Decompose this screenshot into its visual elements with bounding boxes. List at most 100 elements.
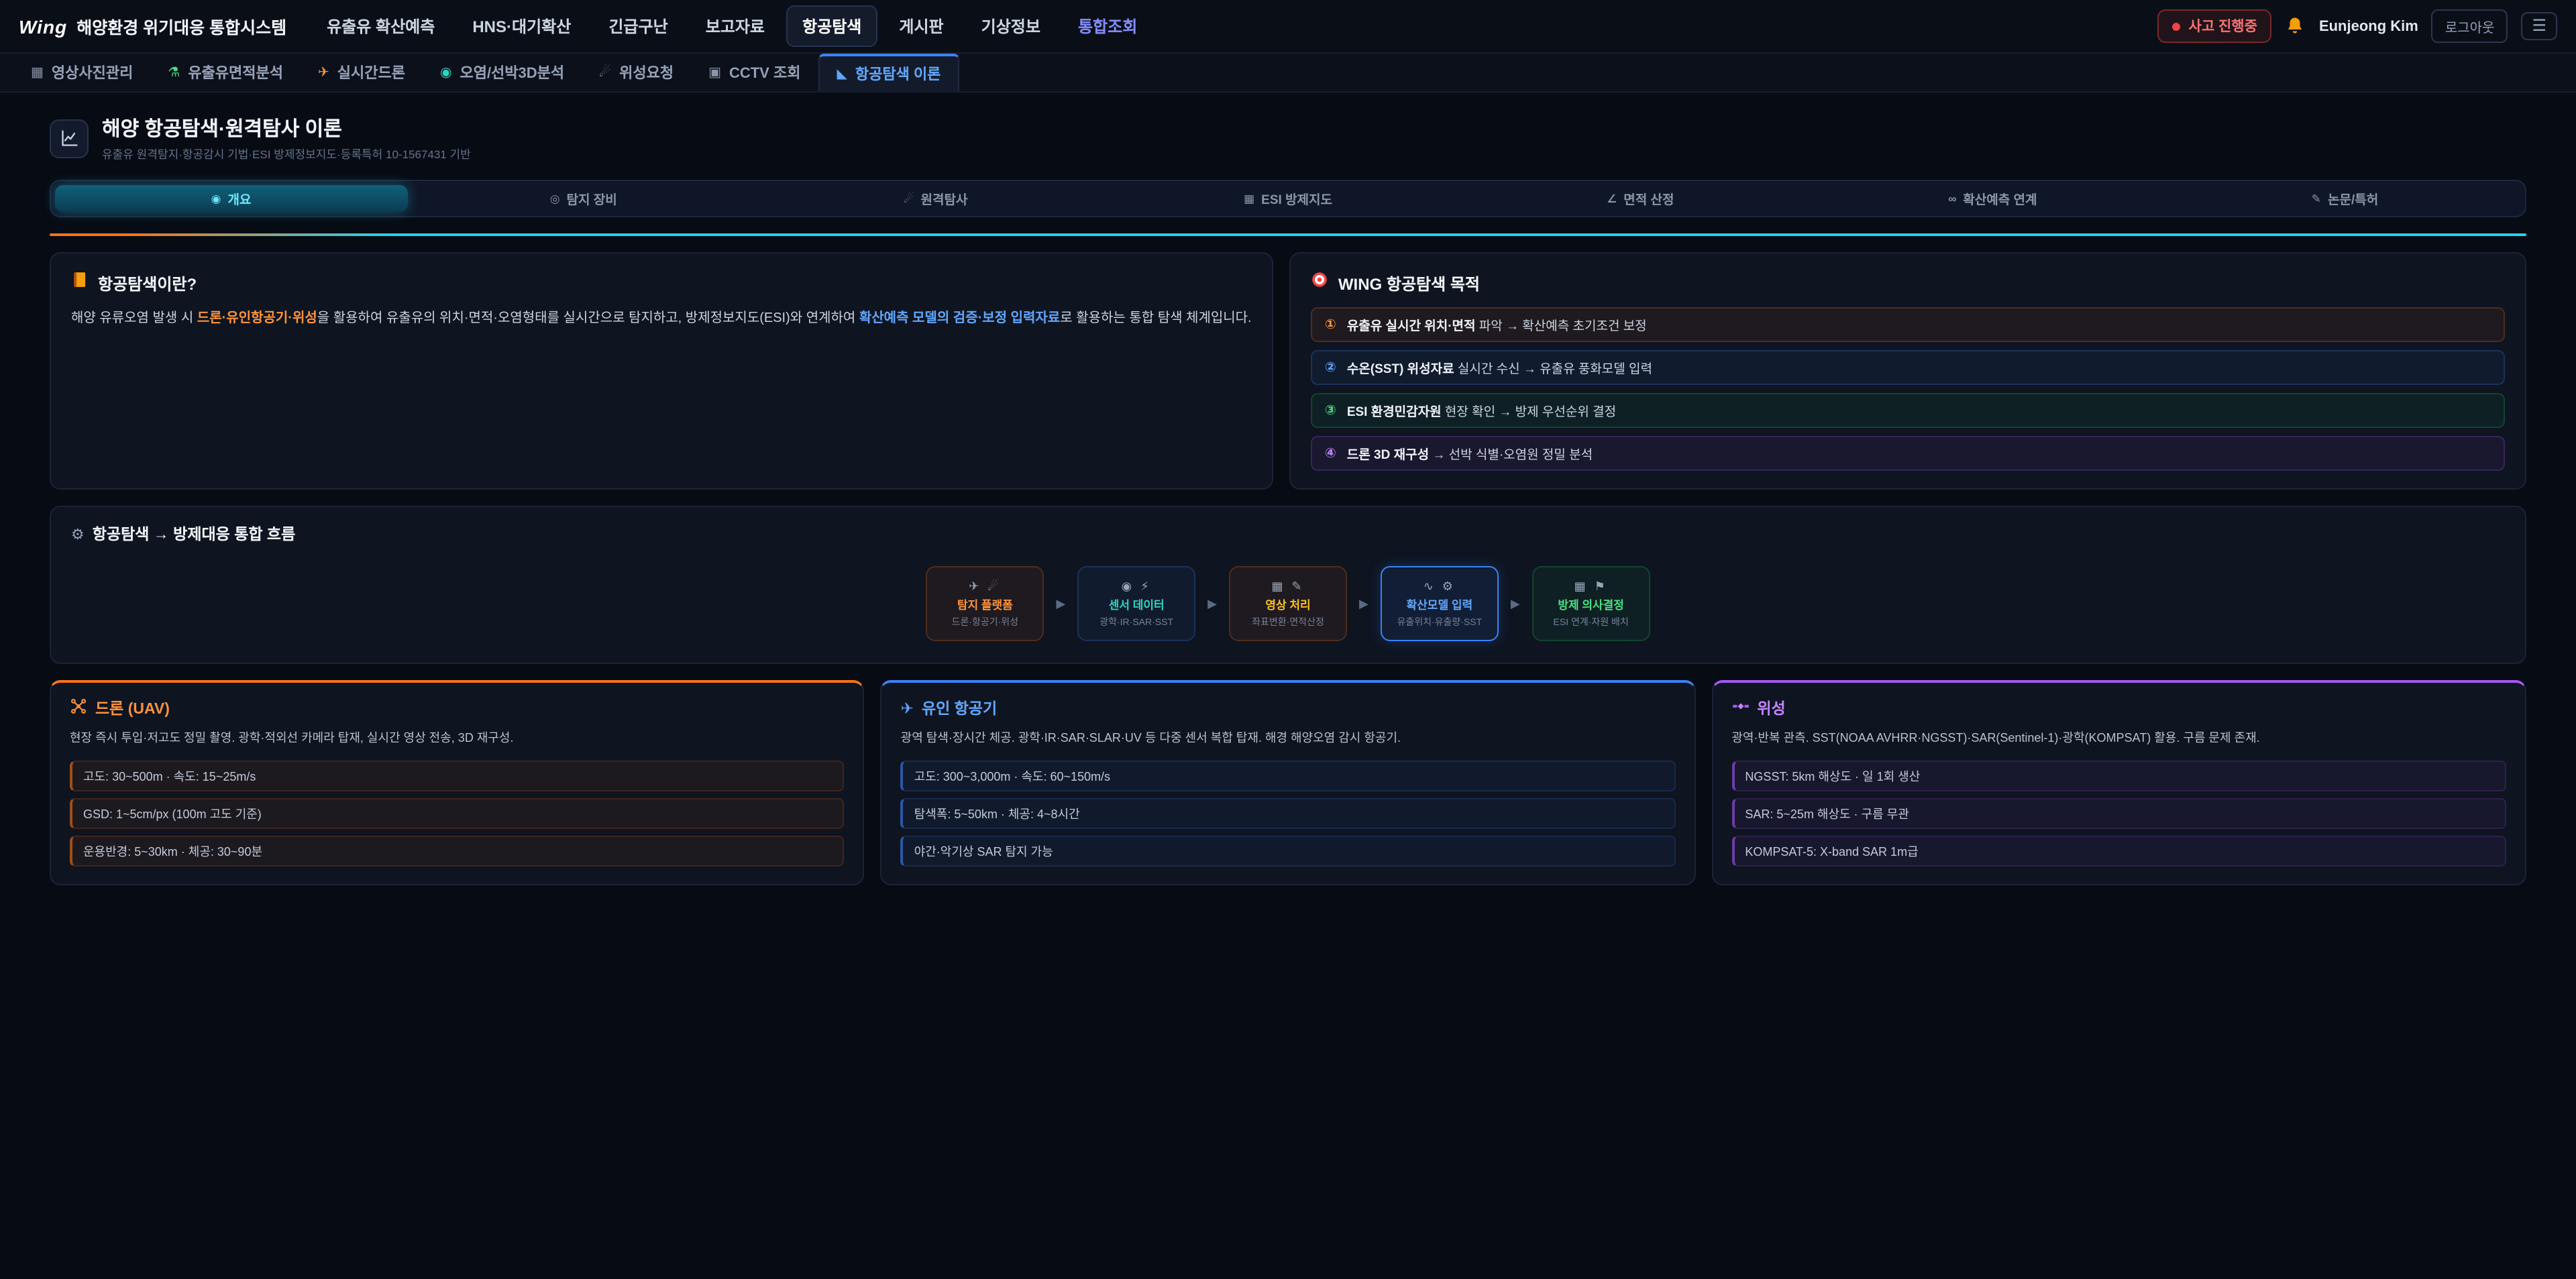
app-logo[interactable]: Wing 해양환경 위기대응 통합시스템 — [19, 13, 286, 39]
nav-board[interactable]: 게시판 — [883, 5, 959, 47]
prediction-link-icon: ∞ — [1948, 192, 1956, 205]
theory-chart-icon: ◣ — [837, 66, 847, 81]
spec-row: SAR: 5~25m 해상도 · 구름 무관 — [1731, 798, 2506, 829]
image-icon: ▦ — [31, 65, 44, 80]
flow-title: 항공탐색 → 방제대응 통합 흐름 — [93, 523, 296, 545]
purpose-item-1: ① 유출유 실시간 위치·면적 파악 → 확산예측 초기조건 보정 — [1311, 307, 2505, 342]
area-calc-icon: ∠ — [1607, 191, 1617, 206]
purpose-item-2: ② 수온(SST) 위성자료 실시간 수신 → 유출유 풍화모델 입력 — [1311, 350, 2505, 385]
nav-reports[interactable]: 보고자료 — [690, 5, 781, 47]
logo-wing-mark: Wing — [19, 15, 67, 37]
subtab-realtime-drone[interactable]: ✈ 실시간드론 — [301, 54, 423, 91]
aircraft-card-title: 유인 항공기 — [922, 698, 997, 719]
logout-button[interactable]: 로그아웃 — [2432, 9, 2508, 43]
pill-area-calculation[interactable]: ∠ 면적 산정 — [1464, 185, 1817, 212]
subtab-oil-area-analysis[interactable]: ⚗ 유출유면적분석 — [150, 54, 301, 91]
processing-icons: ▦ ✎ — [1271, 579, 1304, 594]
purpose-card: WING 항공탐색 목적 ① 유출유 실시간 위치·면적 파악 → 확산예측 초… — [1290, 252, 2526, 490]
page-header: 해양 항공탐색·원격탐사 이론 유출유 원격탐지·항공감시 기법·ESI 방제정… — [50, 114, 2526, 162]
platform-section: 드론 (UAV) 현장 즉시 투입·저고도 정밀 촬영. 광학·적외선 카메라 … — [50, 680, 2526, 885]
status-dot-icon — [2173, 22, 2181, 30]
app-root: Wing 해양환경 위기대응 통합시스템 유출유 확산예측 HNS·대기확산 긴… — [0, 0, 2576, 1279]
model-input-highlight: 확산예측 모델의 검증·보정 입력자료 — [859, 311, 1060, 326]
pill-papers-patents[interactable]: ✎ 논문/특허 — [2169, 185, 2521, 212]
overview-icon: ◉ — [211, 191, 221, 206]
page-chart-icon — [50, 119, 89, 158]
page-title: 해양 항공탐색·원격탐사 이론 — [102, 114, 471, 142]
hamburger-icon: ☰ — [2532, 15, 2546, 34]
flow-arrow-icon: ▶ — [1359, 596, 1368, 611]
spec-row: KOMPSAT-5: X-band SAR 1m급 — [1731, 836, 2506, 867]
satellite-card-title: 위성 — [1757, 698, 1785, 719]
esi-map-icon: ▦ — [1244, 191, 1254, 206]
gradient-divider — [50, 233, 2526, 236]
notification-bell-icon[interactable] — [2286, 16, 2306, 36]
flow-arrow-icon: ▶ — [1511, 596, 1520, 611]
subtab-aerial-theory[interactable]: ◣ 항공탐색 이론 — [818, 54, 959, 91]
subtab-pollution-ship-3d[interactable]: ◉ 오염/선박3D분석 — [423, 54, 582, 91]
pill-overview[interactable]: ◉ 개요 — [55, 185, 407, 212]
detection-equipment-icon: ◎ — [550, 191, 560, 206]
aircraft-icon: ✈ — [901, 699, 914, 718]
nav-oil-spill-prediction[interactable]: 유출유 확산예측 — [311, 5, 451, 47]
flow-step-response-decision: ▦ ⚑ 방제 의사결정 ESI 연계·자원 배치 — [1532, 566, 1650, 641]
flow-card: ⚙ 항공탐색 → 방제대응 통합 흐름 ✈ ☄ 탐지 플랫폼 드론·항공기·위성… — [50, 506, 2526, 664]
spec-row: GSD: 1~5cm/px (100m 고도 기준) — [70, 798, 845, 829]
platform-card-drone: 드론 (UAV) 현장 즉시 투입·저고도 정밀 촬영. 광학·적외선 카메라 … — [50, 680, 865, 885]
app-title: 해양환경 위기대응 통합시스템 — [76, 13, 286, 39]
incident-status-badge[interactable]: 사고 진행중 — [2158, 9, 2272, 43]
remote-sensing-icon: ☄ — [904, 191, 914, 206]
subtab-cctv[interactable]: ▣ CCTV 조회 — [691, 54, 818, 91]
nav-integrated-search[interactable]: 통합조회 — [1062, 5, 1153, 47]
satellite-card-desc: 광역·반복 관측. SST(NOAA AVHRR·NGSST)·SAR(Sent… — [1731, 728, 2506, 748]
pill-esi-map[interactable]: ▦ ESI 방제지도 — [1112, 185, 1464, 212]
platforms-highlight: 드론·유인항공기·위성 — [197, 311, 317, 326]
spec-row: 고도: 30~500m · 속도: 15~25m/s — [70, 761, 845, 791]
intro-section: 항공탐색이란? 해양 유류오염 발생 시 드론·유인항공기·위성을 활용하여 유… — [50, 252, 2526, 490]
target-icon — [1311, 271, 1329, 295]
spec-row: 고도: 300~3,000m · 속도: 60~150m/s — [901, 761, 1676, 791]
nav-weather[interactable]: 기상정보 — [965, 5, 1057, 47]
main-content: 해양 항공탐색·원격탐사 이론 유출유 원격탐지·항공감시 기법·ESI 방제정… — [0, 93, 2576, 885]
user-name: Eunjeong Kim — [2319, 18, 2418, 34]
top-nav: 유출유 확산예측 HNS·대기확산 긴급구난 보고자료 항공탐색 게시판 기상정… — [311, 5, 1153, 47]
sensor-icons: ◉ ⚡ — [1121, 579, 1151, 594]
what-is-card: 항공탐색이란? 해양 유류오염 발생 시 드론·유인항공기·위성을 활용하여 유… — [50, 252, 1274, 490]
flow-arrow-icon: ▶ — [1208, 596, 1217, 611]
model-input-icons: ∿ ⚙ — [1424, 579, 1456, 594]
flow-step-model-input: ∿ ⚙ 확산모델 입력 유출위치·유출량·SST — [1381, 566, 1499, 641]
flow-step-sensor-data: ◉ ⚡ 센서 데이터 광학·IR·SAR·SST — [1077, 566, 1195, 641]
sub-nav: ▦ 영상사진관리 ⚗ 유출유면적분석 ✈ 실시간드론 ◉ 오염/선박3D분석 ☄… — [0, 54, 2576, 93]
gear-icon: ⚙ — [71, 525, 85, 543]
pill-remote-sensing[interactable]: ☄ 원격탐사 — [759, 185, 1112, 212]
spec-row: 야간·악기상 SAR 탐지 가능 — [901, 836, 1676, 867]
subtab-satellite-request[interactable]: ☄ 위성요청 — [582, 54, 691, 91]
what-is-title: 항공탐색이란? — [98, 272, 197, 294]
flow-step-detection-platform: ✈ ☄ 탐지 플랫폼 드론·항공기·위성 — [926, 566, 1044, 641]
subtab-image-management[interactable]: ▦ 영상사진관리 — [13, 54, 150, 91]
purpose-title: WING 항공탐색 목적 — [1338, 272, 1480, 294]
nav-hns-diffusion[interactable]: HNS·대기확산 — [456, 5, 587, 47]
area-analysis-icon: ⚗ — [168, 65, 180, 80]
drone-icon: ✈ — [318, 65, 329, 80]
pill-detection-equipment[interactable]: ◎ 탐지 장비 — [407, 185, 759, 212]
pill-prediction-link[interactable]: ∞ 확산예측 연계 — [1817, 185, 2169, 212]
notebook-icon — [71, 271, 89, 295]
flow-step-image-processing: ▦ ✎ 영상 처리 좌표변환·면적산정 — [1229, 566, 1347, 641]
what-is-body: 해양 유류오염 발생 시 드론·유인항공기·위성을 활용하여 유출유의 위치·면… — [71, 307, 1252, 331]
flow-diagram: ✈ ☄ 탐지 플랫폼 드론·항공기·위성 ▶ ◉ ⚡ 센서 데이터 광학·IR·… — [71, 566, 2505, 641]
nav-emergency-rescue[interactable]: 긴급구난 — [592, 5, 684, 47]
page-subtitle: 유출유 원격탐지·항공감시 기법·ESI 방제정보지도·등록특허 10-1567… — [102, 146, 471, 162]
spec-row: 탐색폭: 5~50km · 체공: 4~8시간 — [901, 798, 1676, 829]
cctv-icon: ▣ — [708, 65, 721, 80]
purpose-item-3: ③ ESI 환경민감자원 현장 확인 → 방제 우선순위 결정 — [1311, 393, 2505, 428]
hamburger-menu-button[interactable]: ☰ — [2521, 11, 2557, 40]
spec-row: 운용반경: 5~30km · 체공: 30~90분 — [70, 836, 845, 867]
platform-card-aircraft: ✈ 유인 항공기 광역 탐색·장시간 체공. 광학·IR·SAR·SLAR·UV… — [881, 680, 1696, 885]
aircraft-card-desc: 광역 탐색·장시간 체공. 광학·IR·SAR·SLAR·UV 등 다중 센서 … — [901, 728, 1676, 748]
papers-icon: ✎ — [2312, 191, 2321, 206]
flow-arrow-icon: ▶ — [1056, 596, 1065, 611]
drone-card-desc: 현장 즉시 투입·저고도 정밀 촬영. 광학·적외선 카메라 탑재, 실시간 영… — [70, 728, 845, 748]
nav-aerial-search[interactable]: 항공탐색 — [786, 5, 877, 47]
topbar: Wing 해양환경 위기대응 통합시스템 유출유 확산예측 HNS·대기확산 긴… — [0, 0, 2576, 54]
